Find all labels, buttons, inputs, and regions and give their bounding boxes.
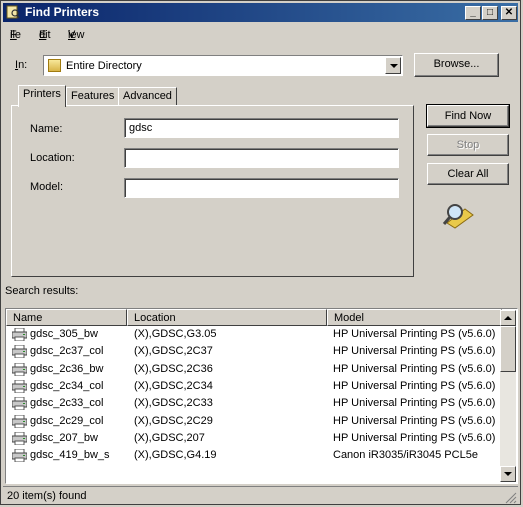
stop-button[interactable]: Stop [427, 134, 509, 156]
cell-name: gdsc_207_bw [30, 431, 98, 444]
find-printers-window: Find Printers _ □ ✕ File Edit View In: E… [0, 0, 521, 505]
printer-icon [12, 431, 27, 445]
scroll-up-icon [504, 316, 512, 320]
table-row[interactable]: gdsc_2c33_col (X),GDSC,2C33 HP Universal P… [6, 395, 502, 412]
location-label: Location: [30, 152, 75, 164]
table-row[interactable]: gdsc_207_bw (X),GDSC,207 HP Universal Prin… [6, 430, 502, 447]
cell-location: (X),GDSC,2C29 [134, 414, 213, 427]
scroll-down-button[interactable] [500, 466, 516, 482]
magnifier-search-icon [442, 204, 474, 229]
cell-model: HP Universal Printing PS (v5.6.0) [333, 345, 496, 358]
minimize-icon: _ [470, 7, 476, 18]
cell-name: gdsc_419_bw_s [30, 449, 110, 462]
tab-features[interactable]: Features [66, 87, 120, 106]
table-row[interactable]: gdsc_2c36_bw (X),GDSC,2C36 HP Universal Pr… [6, 361, 502, 378]
maximize-icon: □ [486, 7, 494, 18]
printer-icon [12, 397, 27, 411]
name-input[interactable]: gdsc [124, 118, 399, 138]
scroll-up-button[interactable] [500, 310, 516, 326]
search-results-label: Search results: [5, 285, 79, 297]
find-printers-app-icon [6, 5, 20, 19]
cell-location: (X),GDSC,2C33 [134, 397, 213, 410]
scroll-down-icon [504, 472, 512, 476]
browse-button[interactable]: Browse... [414, 53, 499, 77]
close-button[interactable]: ✕ [501, 6, 517, 20]
printer-icon [12, 345, 27, 359]
maximize-button[interactable]: □ [482, 6, 498, 20]
search-results-list[interactable]: Name Location Model gdsc_305_bw (X),GDSC,… [5, 308, 518, 484]
resize-grip-icon[interactable] [505, 492, 517, 504]
find-now-button[interactable]: Find Now [426, 104, 510, 128]
cell-model: Canon iR3035/iR3045 PCL5e [333, 449, 478, 462]
cell-name: gdsc_2c34_col [30, 379, 104, 392]
in-scope-combobox[interactable]: Entire Directory [43, 55, 403, 76]
table-row[interactable]: gdsc_419_bw_s (X),GDSC,G4.19 Canon iR3035/… [6, 447, 502, 464]
close-icon: ✕ [504, 7, 514, 18]
cell-model: HP Universal Printing PS (v5.6.0) [333, 431, 496, 444]
column-header-name[interactable]: Name [6, 309, 127, 326]
table-row[interactable]: gdsc_2c34_col (X),GDSC,2C34 HP Universal P… [6, 378, 502, 395]
cell-name: gdsc_2c29_col [30, 414, 104, 427]
model-label: Model: [30, 181, 64, 193]
cell-location: (X),GDSC,G3.05 [134, 328, 217, 340]
tab-advanced[interactable]: Advanced [118, 87, 177, 106]
cell-model: HP Universal Printing PS (v5.6.0) [333, 362, 496, 375]
cell-name: gdsc_2c33_col [30, 397, 104, 410]
in-label: In: [15, 59, 28, 71]
status-bar: 20 item(s) found [3, 486, 518, 505]
cell-model: HP Universal Printing PS (v5.6.0) [333, 379, 496, 392]
cell-location: (X),GDSC,2C36 [134, 362, 213, 375]
cell-location: (X),GDSC,2C37 [134, 345, 213, 358]
scope-value: Entire Directory [66, 60, 142, 72]
table-row[interactable]: gdsc_305_bw (X),GDSC,G3.05 HP Universal Pr… [6, 326, 502, 343]
vertical-scrollbar[interactable] [500, 310, 516, 482]
table-row[interactable]: gdsc_2c37_col (X),GDSC,2C37 HP Universal P… [6, 343, 502, 360]
printer-icon [12, 362, 27, 376]
location-input[interactable] [124, 148, 399, 168]
cell-name: gdsc_2c37_col [30, 345, 104, 358]
cell-model: HP Universal Printing PS (v5.6.0) [333, 397, 496, 410]
table-row[interactable]: gdsc_2c29_col (X),GDSC,2C29 HP Universal P… [6, 413, 502, 430]
window-title: Find Printers [25, 5, 100, 19]
minimize-button[interactable]: _ [465, 6, 481, 20]
scroll-thumb[interactable] [500, 326, 516, 372]
cell-model: HP Universal Printing PS (v5.6.0) [333, 414, 496, 427]
status-count: 20 item(s) found [7, 490, 87, 502]
cell-location: (X),GDSC,207 [134, 431, 205, 444]
cell-model: HP Universal Printing PS (v5.6.0) [333, 328, 496, 340]
cell-name: gdsc_2c36_bw [30, 362, 104, 375]
printer-icon [12, 449, 27, 463]
column-header-model[interactable]: Model [327, 309, 502, 326]
directory-icon [48, 59, 61, 72]
name-label: Name: [30, 123, 63, 135]
printer-icon [12, 328, 27, 341]
cell-name: gdsc_305_bw [30, 328, 98, 340]
printer-icon [12, 414, 27, 428]
printer-icon [12, 379, 27, 393]
title-bar[interactable]: Find Printers _ □ ✕ [3, 3, 518, 22]
tab-printers[interactable]: Printers [18, 85, 66, 107]
cell-location: (X),GDSC,2C34 [134, 379, 213, 392]
menu-bar: File Edit View [10, 29, 85, 41]
column-header-location[interactable]: Location [127, 309, 327, 326]
model-input[interactable] [124, 178, 399, 198]
cell-location: (X),GDSC,G4.19 [134, 449, 217, 462]
dropdown-arrow-icon[interactable] [385, 57, 401, 74]
clear-all-button[interactable]: Clear All [427, 163, 509, 185]
